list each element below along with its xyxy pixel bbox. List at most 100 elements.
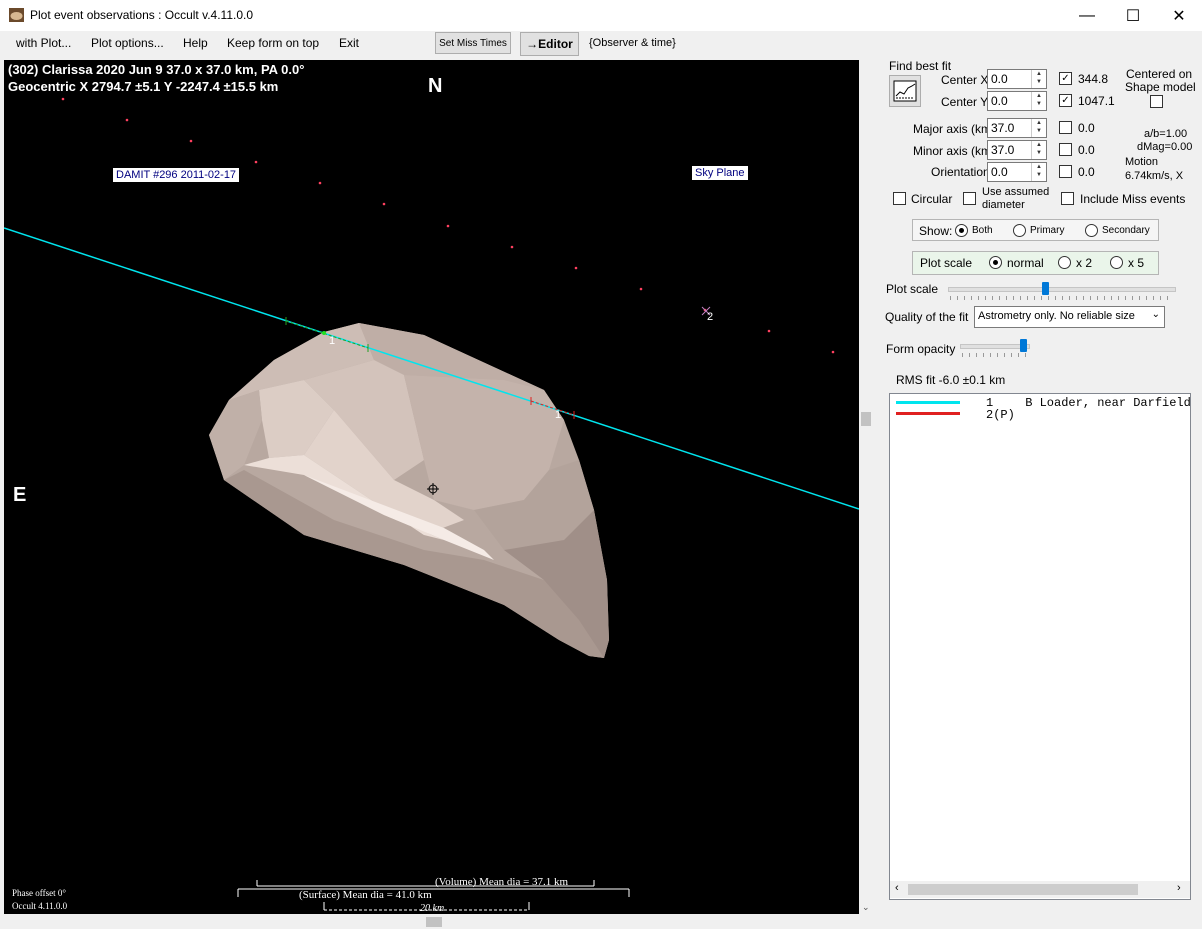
major-axis-spin-arrows[interactable]: ▲ ▼ xyxy=(1031,119,1046,137)
list-horizontal-scrollbar[interactable]: ‹ › xyxy=(890,881,1190,898)
find-best-fit-button[interactable] xyxy=(889,75,921,107)
plot-scale-slider-track[interactable] xyxy=(948,287,1176,292)
quality-dropdown[interactable]: Astrometry only. No reliable size ⌄ xyxy=(974,306,1165,328)
minor-axis-value: 37.0 xyxy=(991,143,1015,157)
close-button[interactable]: ✕ xyxy=(1156,0,1202,31)
include-miss-label: Include Miss events xyxy=(1080,192,1186,206)
major-axis-label: Major axis (km) xyxy=(913,122,996,136)
circular-checkbox[interactable] xyxy=(893,192,906,205)
form-opacity-label: Form opacity xyxy=(886,342,956,356)
show-primary-radio[interactable] xyxy=(1013,224,1026,237)
major-axis-value: 37.0 xyxy=(991,121,1015,135)
menu-help[interactable]: Help xyxy=(183,36,208,50)
centered-on-label: Centered on xyxy=(1126,67,1193,81)
ab-ratio: a/b=1.00 xyxy=(1144,128,1188,140)
plot-scale-slider-thumb[interactable] xyxy=(1042,282,1049,295)
quality-value: Astrometry only. No reliable size xyxy=(978,310,1135,322)
observer-listbox[interactable]: 1B Loader, near Darfield 2(P) ‹ › xyxy=(889,393,1191,900)
plot-version: Occult 4.11.0.0 xyxy=(12,901,68,911)
show-group: Show: Both Primary Secondary xyxy=(912,219,1159,241)
show-secondary-label: Secondary xyxy=(1102,225,1150,236)
legend-line-1 xyxy=(896,401,960,404)
orientation-checkbox[interactable] xyxy=(1059,165,1072,178)
event-header: (302) Clarissa 2020 Jun 9 37.0 x 37.0 km… xyxy=(8,62,305,77)
major-axis-check-value: 0.0 xyxy=(1078,121,1095,135)
hscroll-thumb[interactable] xyxy=(426,917,442,927)
minimize-button[interactable]: — xyxy=(1064,0,1110,31)
chord-label-1b: 1 xyxy=(555,409,562,421)
center-x-check-value: 344.8 xyxy=(1078,72,1109,86)
center-y-value: 0.0 xyxy=(991,94,1008,108)
quality-label: Quality of the fit xyxy=(885,310,969,324)
list-item[interactable]: 1B Loader, near Darfield xyxy=(986,396,1191,410)
scroll-right-icon[interactable]: › xyxy=(1177,882,1181,894)
circular-label: Circular xyxy=(911,192,953,206)
center-y-spin-arrows[interactable]: ▲ ▼ xyxy=(1031,92,1046,110)
form-opacity-slider-thumb[interactable] xyxy=(1020,339,1027,352)
menu-exit[interactable]: Exit xyxy=(339,36,359,50)
center-x-value: 0.0 xyxy=(991,72,1008,86)
form-opacity-ticks xyxy=(962,353,1026,357)
motion-value: 6.74km/s, X xyxy=(1125,170,1184,182)
north-label: N xyxy=(428,75,443,97)
list-hscroll-thumb[interactable] xyxy=(908,884,1138,895)
show-label: Show: xyxy=(919,224,953,238)
find-best-fit-label: Find best fit xyxy=(889,59,952,73)
editor-button[interactable]: →Editor xyxy=(520,32,579,56)
window-title: Plot event observations : Occult v.4.11.… xyxy=(30,8,254,22)
maximize-button[interactable]: ☐ xyxy=(1110,0,1156,31)
plot-vertical-scrollbar[interactable]: ⌄ xyxy=(860,60,873,914)
centered-on-shape-checkbox[interactable] xyxy=(1150,95,1163,108)
scale-normal-radio[interactable] xyxy=(989,256,1002,269)
menu-with-plot[interactable]: with Plot... xyxy=(16,36,71,50)
observer-time-label[interactable]: {Observer & time} xyxy=(589,37,676,49)
orientation-spin-arrows[interactable]: ▲ ▼ xyxy=(1031,163,1046,181)
center-x-spin-arrows[interactable]: ▲ ▼ xyxy=(1031,70,1046,88)
model-tag: DAMIT #296 2011-02-17 xyxy=(113,168,240,182)
center-y-input[interactable]: 0.0 ▲ ▼ xyxy=(987,91,1047,111)
scale-x5-radio[interactable] xyxy=(1110,256,1123,269)
list-item-1-text: B Loader, near Darfield xyxy=(1025,396,1191,410)
major-axis-checkbox[interactable] xyxy=(1059,121,1072,134)
center-y-checkbox[interactable]: ✓ xyxy=(1059,94,1072,107)
chord-label-1a: 1 xyxy=(329,335,336,347)
chevron-down-icon[interactable]: ⌄ xyxy=(1152,309,1160,320)
orientation-input[interactable]: 0.0 ▲ ▼ xyxy=(987,162,1047,182)
use-assumed-label-1: Use assumed xyxy=(982,186,1050,198)
list-item[interactable]: 2(P) xyxy=(986,408,1015,422)
use-assumed-checkbox[interactable] xyxy=(963,192,976,205)
geocentric-header: Geocentric X 2794.7 ±5.1 Y -2247.4 ±15.5… xyxy=(8,79,279,94)
plot-scale-group: Plot scale normal x 2 x 5 xyxy=(912,251,1159,275)
vscroll-thumb[interactable] xyxy=(861,412,871,426)
scale-x2-label: x 2 xyxy=(1076,256,1093,270)
vscroll-down-arrow[interactable]: ⌄ xyxy=(862,902,870,913)
plot-horizontal-scrollbar[interactable] xyxy=(4,914,860,929)
east-label: E xyxy=(13,484,27,506)
minor-axis-checkbox[interactable] xyxy=(1059,143,1072,156)
sky-plane-tag: Sky Plane xyxy=(692,166,748,180)
set-miss-times-button[interactable]: Set Miss Times xyxy=(435,32,511,54)
scroll-left-icon[interactable]: ‹ xyxy=(895,882,899,894)
major-axis-input[interactable]: 37.0 ▲ ▼ xyxy=(987,118,1047,138)
volume-dia: (Volume) Mean dia = 37.1 km xyxy=(435,876,569,888)
scale-x5-label: x 5 xyxy=(1128,256,1145,270)
minor-axis-input[interactable]: 37.0 ▲ ▼ xyxy=(987,140,1047,160)
plot-area[interactable]: (302) Clarissa 2020 Jun 9 37.0 x 37.0 km… xyxy=(4,60,859,914)
shape-model xyxy=(209,323,609,658)
show-both-radio[interactable] xyxy=(955,224,968,237)
minor-axis-spin-arrows[interactable]: ▲ ▼ xyxy=(1031,141,1046,159)
show-secondary-radio[interactable] xyxy=(1085,224,1098,237)
orientation-label: Orientation xyxy=(931,165,990,179)
legend-line-2 xyxy=(896,412,960,415)
menu-keep-on-top[interactable]: Keep form on top xyxy=(227,36,319,50)
scale-x2-radio[interactable] xyxy=(1058,256,1071,269)
minor-axis-label: Minor axis (km) xyxy=(913,144,996,158)
menu-plot-options[interactable]: Plot options... xyxy=(91,36,164,50)
show-primary-label: Primary xyxy=(1030,225,1065,236)
fit-chart-icon xyxy=(893,80,917,102)
scale-normal-label: normal xyxy=(1007,256,1044,270)
include-miss-checkbox[interactable] xyxy=(1061,192,1074,205)
center-x-input[interactable]: 0.0 ▲ ▼ xyxy=(987,69,1047,89)
surface-dia: (Surface) Mean dia = 41.0 km xyxy=(299,889,432,901)
center-x-checkbox[interactable]: ✓ xyxy=(1059,72,1072,85)
